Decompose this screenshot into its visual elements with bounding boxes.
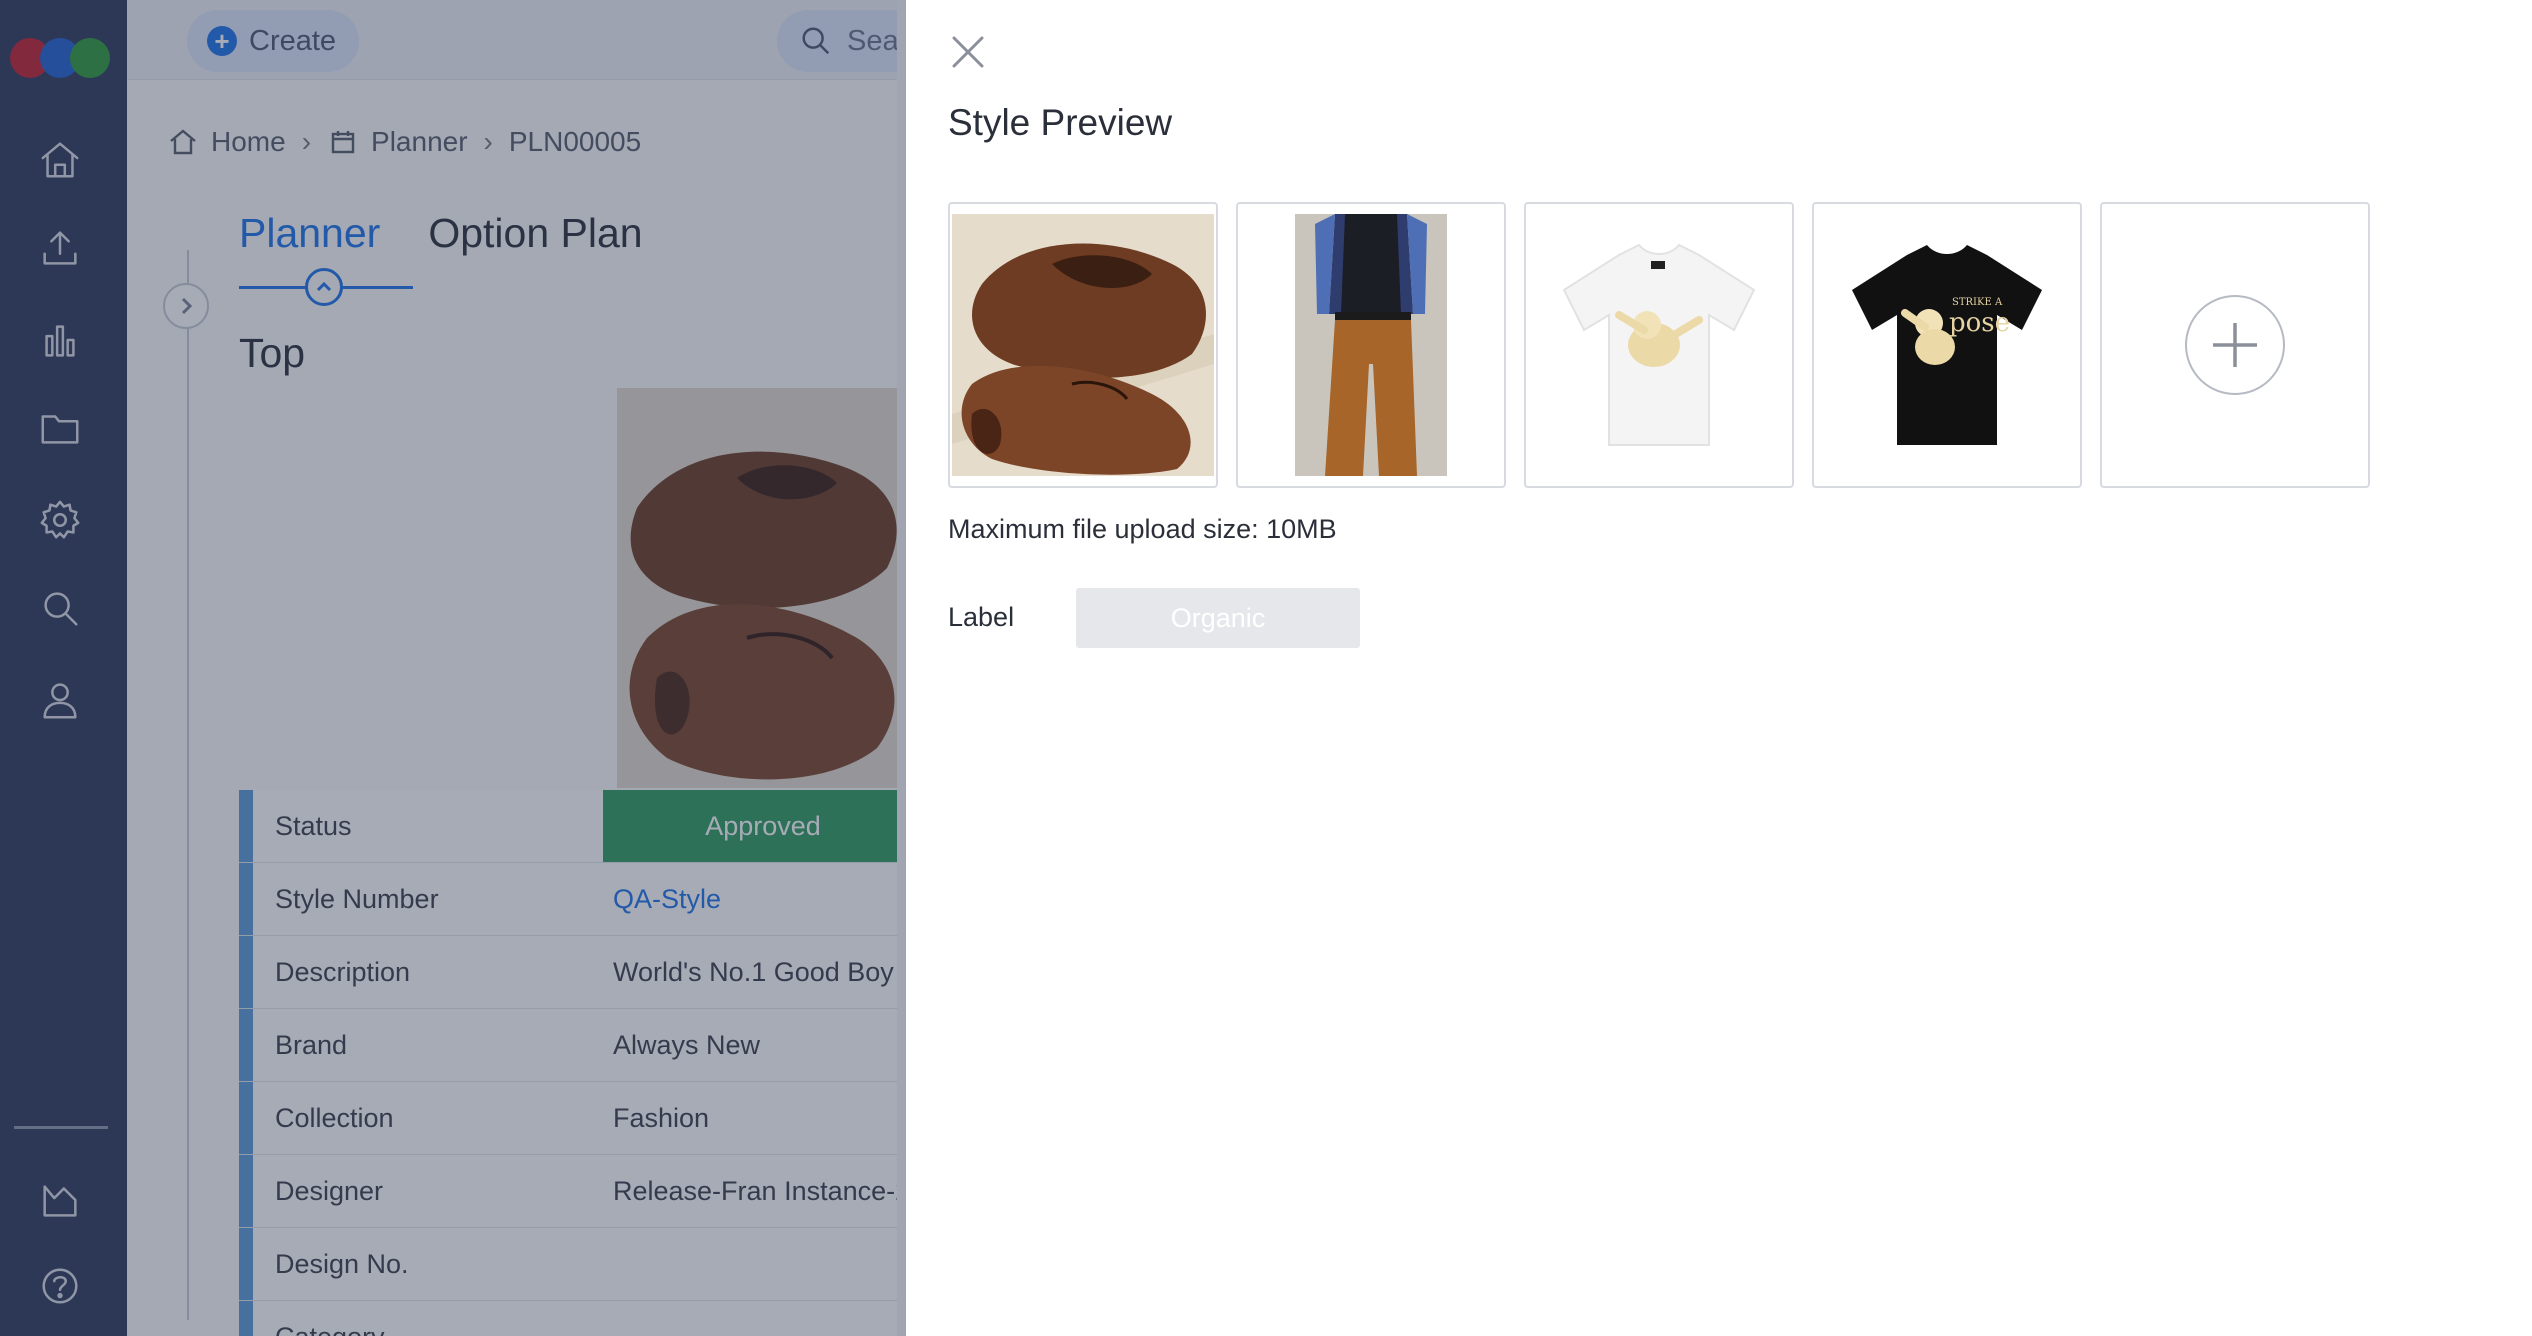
max-upload-note: Maximum file upload size: 10MB [948, 514, 1337, 544]
white-tshirt-image [1562, 243, 1756, 446]
outfit-image [1295, 214, 1447, 476]
modal-backdrop[interactable] [0, 0, 906, 1336]
label-caption: Label [948, 602, 1015, 632]
tshirt-print-large: pose [1949, 308, 2010, 338]
thumbnail-shoes[interactable] [948, 202, 1218, 488]
style-preview-drawer: Style Preview STRIKE A pose Maximum file… [906, 0, 2532, 1336]
label-select[interactable]: Organic [1076, 588, 1360, 648]
close-icon [952, 36, 984, 68]
thumbnail-black-tshirt[interactable]: STRIKE A pose [1812, 202, 2082, 488]
add-image-button[interactable] [2100, 202, 2370, 488]
tshirt-print-small: STRIKE A [1952, 297, 2003, 308]
close-button[interactable] [948, 32, 988, 72]
shoes-image [952, 214, 1214, 476]
drawer-title: Style Preview [948, 102, 1173, 143]
thumbnail-outfit[interactable] [1236, 202, 1506, 488]
image-thumbnails: STRIKE A pose [948, 202, 2388, 488]
plus-icon [2213, 323, 2257, 367]
add-circle [2185, 295, 2285, 395]
black-tshirt-image: STRIKE A pose [1852, 245, 2042, 445]
thumbnail-white-tshirt[interactable] [1524, 202, 1794, 488]
